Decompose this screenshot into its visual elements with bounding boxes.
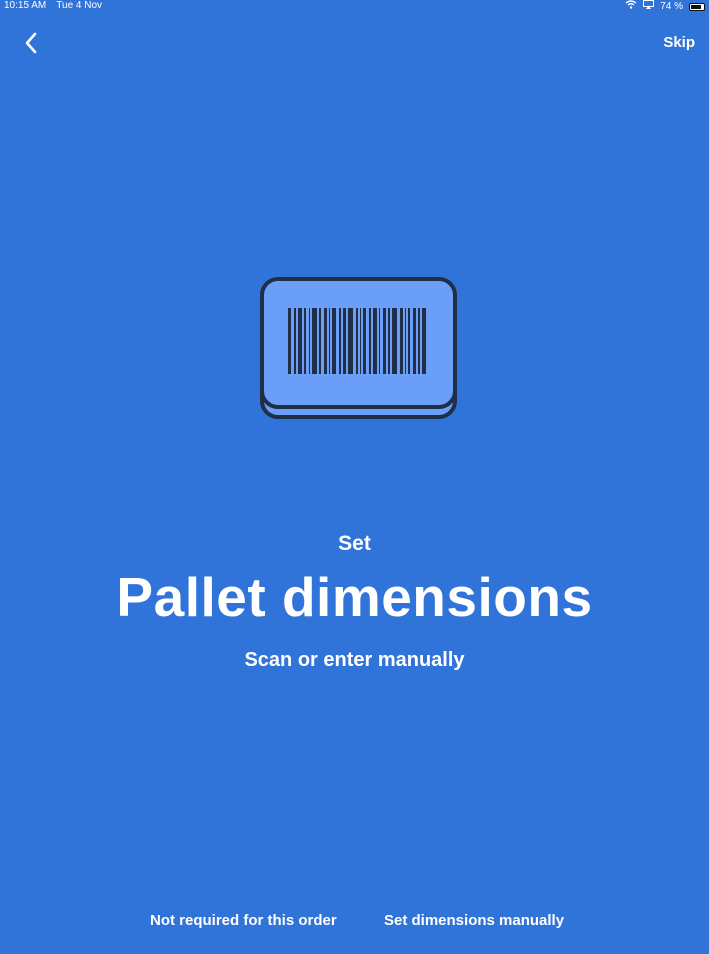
barcode-bar: [418, 308, 420, 374]
screen-mirroring-icon: [643, 0, 655, 13]
barcode-bar: [332, 308, 336, 374]
barcode-bar: [356, 308, 358, 374]
barcode-bar: [369, 308, 371, 374]
barcode-bar: [392, 308, 397, 374]
barcode-bar: [339, 308, 341, 374]
barcode-bar: [348, 308, 353, 374]
battery-icon: [689, 2, 705, 11]
barcode-bar: [324, 308, 327, 374]
barcode-bar: [405, 308, 406, 374]
battery-level: [691, 4, 702, 9]
back-button[interactable]: [16, 28, 46, 58]
barcode-bar: [388, 308, 390, 374]
subtitle: Scan or enter manually: [244, 649, 465, 671]
barcode-bar: [379, 308, 380, 374]
battery-percent: 74 %: [660, 0, 683, 12]
barcode-bar: [373, 308, 377, 374]
set-dimensions-manually-button[interactable]: Set dimensions manually: [384, 912, 564, 929]
barcode-bar: [422, 308, 426, 374]
barcode-bar: [319, 308, 321, 374]
not-required-button[interactable]: Not required for this order: [150, 912, 337, 929]
barcode-bar: [400, 308, 403, 374]
chevron-left-icon: [25, 32, 37, 54]
status-date: Tue 4 Nov: [56, 0, 103, 11]
barcode-bar: [383, 308, 386, 374]
status-bar: 10:15 AM Tue 4 Nov 74 %: [0, 0, 709, 14]
barcode-bar: [298, 308, 302, 374]
barcode-bar: [343, 308, 346, 374]
status-time: 10:15 AM: [4, 0, 47, 11]
pre-title: Set: [338, 532, 371, 555]
barcode-bar: [309, 308, 310, 374]
barcode-bar: [329, 308, 330, 374]
skip-button[interactable]: Skip: [663, 34, 695, 51]
barcode-bar: [413, 308, 416, 374]
barcode-icon: [260, 277, 457, 419]
barcode-illustration: [260, 277, 457, 419]
status-right: 74 %: [625, 0, 705, 13]
barcode-bar: [304, 308, 306, 374]
barcode-bar: [360, 308, 361, 374]
barcode-bar: [363, 308, 366, 374]
wifi-icon: [625, 0, 637, 13]
status-left: 10:15 AM Tue 4 Nov: [4, 0, 102, 12]
page-title: Pallet dimensions: [116, 566, 593, 628]
barcode-bar: [312, 308, 317, 374]
barcode-bar: [288, 308, 291, 374]
barcode-bar: [408, 308, 410, 374]
barcode-bar: [294, 308, 296, 374]
